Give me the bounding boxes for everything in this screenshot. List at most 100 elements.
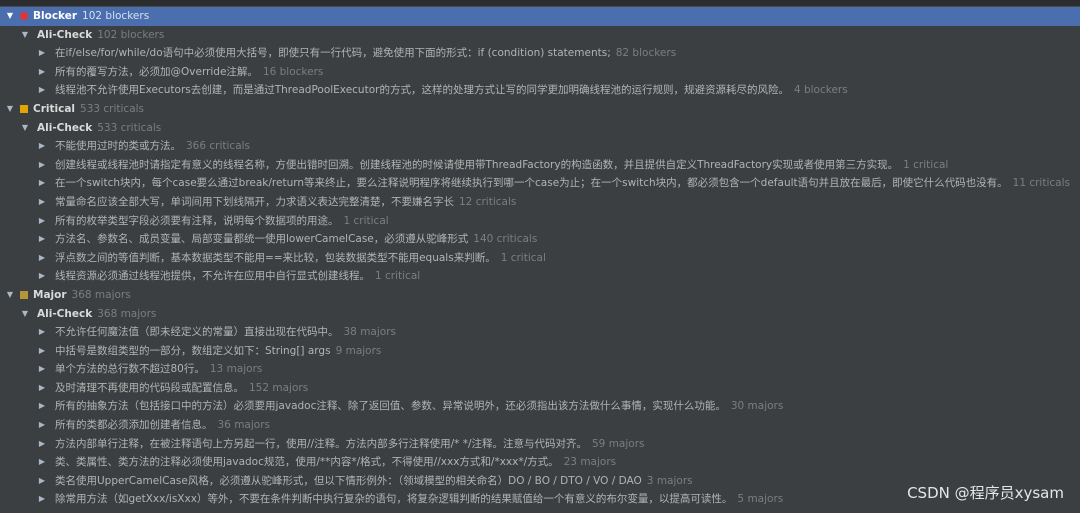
tree-node-rule[interactable]: ▶ 方法内部单行注释，在被注释语句上方另起一行，使用//注释。方法内部多行注释使用… xyxy=(0,435,1080,454)
tree-node-label: 线程资源必须通过线程池提供，不允许在应用中自行显式创建线程。 1 critical xyxy=(55,267,420,286)
tree-node-rule[interactable]: ▶ 所有的类都必须添加创建者信息。 36 majors xyxy=(0,416,1080,435)
node-title: 类、类属性、类方法的注释必须使用javadoc规范，使用/**内容*/格式，不得… xyxy=(55,456,559,469)
tree-node-rule[interactable]: ▶ 线程资源必须通过线程池提供，不允许在应用中自行显式创建线程。 1 critica… xyxy=(0,267,1080,286)
tree-node-rule[interactable]: ▶ 中括号是数组类型的一部分，数组定义如下：String[] args 9 majo… xyxy=(0,342,1080,361)
node-count: 368 majors xyxy=(97,307,157,320)
tree-node-group[interactable]: ▼ Ali-Check 102 blockers xyxy=(0,26,1080,45)
tree-node-rule[interactable]: ▶ 常量命名应该全部大写，单词间用下划线隔开，力求语义表达完整清楚，不要嫌名字长 1… xyxy=(0,193,1080,212)
chevron-right-icon[interactable]: ▶ xyxy=(37,472,47,491)
chevron-right-icon[interactable]: ▶ xyxy=(37,397,47,416)
chevron-right-icon[interactable]: ▶ xyxy=(37,156,47,175)
chevron-right-icon[interactable]: ▶ xyxy=(37,360,47,379)
chevron-right-icon[interactable]: ▶ xyxy=(37,63,47,82)
node-count: 152 majors xyxy=(249,381,309,394)
chevron-right-icon[interactable]: ▶ xyxy=(37,323,47,342)
node-count: 1 critical xyxy=(500,251,546,264)
chevron-down-icon[interactable]: ▼ xyxy=(5,100,15,119)
blocker-icon xyxy=(20,12,28,20)
tree-node-severity[interactable]: ▼ Critical 533 criticals xyxy=(0,100,1080,119)
node-title: 浮点数之间的等值判断，基本数据类型不能用==来比较，包装数据类型不能用equal… xyxy=(55,251,496,264)
tree-node-rule[interactable]: ▶ 创建线程或线程池时请指定有意义的线程名称，方便出错时回溯。创建线程池的时候请使… xyxy=(0,156,1080,175)
node-count: 13 majors xyxy=(209,363,263,376)
tree-node-label: 浮点数之间的等值判断，基本数据类型不能用==来比较，包装数据类型不能用equal… xyxy=(55,249,546,268)
tree-node-label: 不能使用过时的类或方法。 366 criticals xyxy=(55,137,250,156)
chevron-right-icon[interactable]: ▶ xyxy=(37,435,47,454)
tree-node-rule[interactable]: ▶ 及时清理不再使用的代码段或配置信息。 152 majors xyxy=(0,379,1080,398)
tree-node-label: 常量命名应该全部大写，单词间用下划线隔开，力求语义表达完整清楚，不要嫌名字长 12… xyxy=(55,193,516,212)
chevron-right-icon[interactable]: ▶ xyxy=(37,490,47,509)
tree-node-rule[interactable]: ▶ 线程池不允许使用Executors去创建，而是通过ThreadPoolExec… xyxy=(0,81,1080,100)
tree-node-severity[interactable]: ▼ Major 368 majors xyxy=(0,286,1080,305)
chevron-right-icon[interactable]: ▶ xyxy=(37,81,47,100)
tree-node-label: 单个方法的总行数不超过80行。 13 majors xyxy=(55,360,262,379)
node-title: Ali-Check xyxy=(37,28,93,41)
node-count: 102 blockers xyxy=(82,10,150,22)
chevron-right-icon[interactable]: ▶ xyxy=(37,193,47,212)
node-count: 533 criticals xyxy=(97,121,162,134)
tree-node-label: 在if/else/for/while/do语句中必须使用大括号，即使只有一行代码… xyxy=(55,44,676,63)
chevron-down-icon[interactable]: ▼ xyxy=(20,26,30,45)
tree-node-severity[interactable]: ▼ Blocker 102 blockers xyxy=(0,7,1080,26)
node-title: 线程资源必须通过线程池提供，不允许在应用中自行显式创建线程。 xyxy=(55,270,370,283)
chevron-right-icon[interactable]: ▶ xyxy=(37,267,47,286)
node-count: 1 critical xyxy=(375,270,421,283)
tree-node-label: 类、类属性、类方法的注释必须使用javadoc规范，使用/**内容*/格式，不得… xyxy=(55,453,616,472)
tree-node-label: Ali-Check 533 criticals xyxy=(37,119,161,138)
tree-node-rule[interactable]: ▶ 类、类属性、类方法的注释必须使用javadoc规范，使用/**内容*/格式，不… xyxy=(0,453,1080,472)
inspection-results-tree[interactable]: ▼ Blocker 102 blockers ▼ Ali-Check 102 blocke… xyxy=(0,7,1080,509)
node-title: Ali-Check xyxy=(37,307,93,320)
tree-node-label: 不允许任何魔法值（即未经定义的常量）直接出现在代码中。 38 majors xyxy=(55,323,396,342)
tree-node-label: Major 368 majors xyxy=(33,286,131,305)
chevron-down-icon[interactable]: ▼ xyxy=(20,305,30,324)
chevron-right-icon[interactable]: ▶ xyxy=(37,44,47,63)
chevron-down-icon[interactable]: ▼ xyxy=(20,119,30,138)
node-title: 所有的枚举类型字段必须要有注释，说明每个数据项的用途。 xyxy=(55,214,339,227)
tree-node-rule[interactable]: ▶ 所有的枚举类型字段必须要有注释，说明每个数据项的用途。 1 critical xyxy=(0,212,1080,231)
tree-node-rule[interactable]: ▶ 在if/else/for/while/do语句中必须使用大括号，即使只有一行代… xyxy=(0,44,1080,63)
chevron-down-icon[interactable]: ▼ xyxy=(5,7,15,26)
chevron-right-icon[interactable]: ▶ xyxy=(37,416,47,435)
tree-node-rule[interactable]: ▶ 所有的抽象方法（包括接口中的方法）必须要用javadoc注释、除了返回值、参数… xyxy=(0,397,1080,416)
tree-node-rule[interactable]: ▶ 在一个switch块内，每个case要么通过break/return等来终止，… xyxy=(0,174,1080,193)
node-count: 82 blockers xyxy=(615,47,677,60)
tree-node-label: Critical 533 criticals xyxy=(33,100,144,119)
node-title: 方法名、参数名、成员变量、局部变量都统一使用lowerCamelCase，必须遵… xyxy=(55,233,469,246)
tree-node-label: Blocker 102 blockers xyxy=(33,7,149,26)
chevron-right-icon[interactable]: ▶ xyxy=(37,230,47,249)
tree-node-rule[interactable]: ▶ 不能使用过时的类或方法。 366 criticals xyxy=(0,137,1080,156)
tree-node-label: 所有的类都必须添加创建者信息。 36 majors xyxy=(55,416,270,435)
chevron-down-icon[interactable]: ▼ xyxy=(5,286,15,305)
chevron-right-icon[interactable]: ▶ xyxy=(37,379,47,398)
tree-node-group[interactable]: ▼ Ali-Check 368 majors xyxy=(0,305,1080,324)
node-title: Major xyxy=(33,288,67,301)
node-title: 所有的抽象方法（包括接口中的方法）必须要用javadoc注释、除了返回值、参数、… xyxy=(55,400,726,413)
tree-node-label: 线程池不允许使用Executors去创建，而是通过ThreadPoolExecu… xyxy=(55,81,848,100)
tree-node-label: 方法名、参数名、成员变量、局部变量都统一使用lowerCamelCase，必须遵… xyxy=(55,230,537,249)
node-count: 1 critical xyxy=(343,214,389,227)
node-title: 在一个switch块内，每个case要么通过break/return等来终止，要… xyxy=(55,177,1008,190)
node-title: 方法内部单行注释，在被注释语句上方另起一行，使用//注释。方法内部多行注释使用/… xyxy=(55,437,587,450)
node-count: 368 majors xyxy=(71,288,131,301)
tree-node-rule[interactable]: ▶ 所有的覆写方法，必须加@Override注解。 16 blockers xyxy=(0,63,1080,82)
node-count: 23 majors xyxy=(563,456,617,469)
chevron-right-icon[interactable]: ▶ xyxy=(37,342,47,361)
node-title: Critical xyxy=(33,102,76,115)
tree-node-group[interactable]: ▼ Ali-Check 533 criticals xyxy=(0,119,1080,138)
tree-node-rule[interactable]: ▶ 不允许任何魔法值（即未经定义的常量）直接出现在代码中。 38 majors xyxy=(0,323,1080,342)
chevron-right-icon[interactable]: ▶ xyxy=(37,212,47,231)
chevron-right-icon[interactable]: ▶ xyxy=(37,453,47,472)
node-title: 单个方法的总行数不超过80行。 xyxy=(55,363,205,376)
tree-node-rule[interactable]: ▶ 单个方法的总行数不超过80行。 13 majors xyxy=(0,360,1080,379)
chevron-right-icon[interactable]: ▶ xyxy=(37,174,47,193)
node-title: 在if/else/for/while/do语句中必须使用大括号，即使只有一行代码… xyxy=(55,47,611,60)
node-count: 533 criticals xyxy=(80,102,145,115)
chevron-right-icon[interactable]: ▶ xyxy=(37,249,47,268)
tree-node-rule[interactable]: ▶ 浮点数之间的等值判断，基本数据类型不能用==来比较，包装数据类型不能用equa… xyxy=(0,249,1080,268)
tree-node-label: Ali-Check 368 majors xyxy=(37,305,156,324)
node-count: 59 majors xyxy=(592,437,645,450)
tree-node-rule[interactable]: ▶ 方法名、参数名、成员变量、局部变量都统一使用lowerCamelCase，必须… xyxy=(0,230,1080,249)
chevron-right-icon[interactable]: ▶ xyxy=(37,137,47,156)
window-top-strip xyxy=(0,0,1080,7)
node-title: 创建线程或线程池时请指定有意义的线程名称，方便出错时回溯。创建线程池的时候请使用… xyxy=(55,158,899,171)
watermark: CSDN @程序员xysam xyxy=(907,484,1064,502)
